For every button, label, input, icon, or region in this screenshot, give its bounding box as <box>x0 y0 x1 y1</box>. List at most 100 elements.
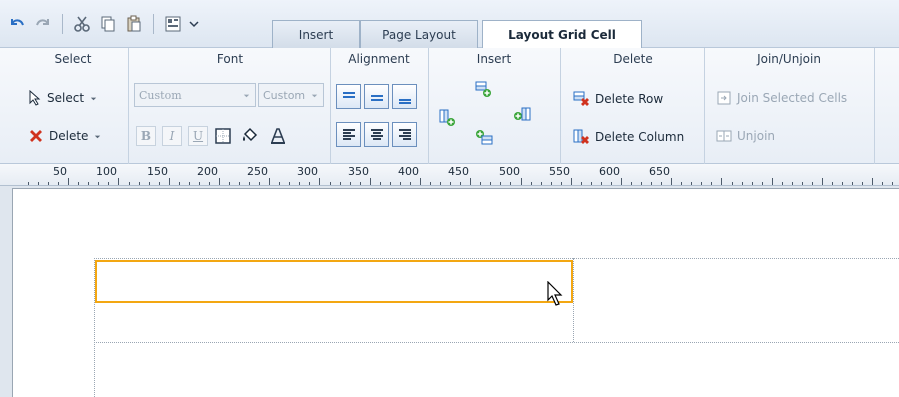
ruler-tick <box>701 182 702 185</box>
align-middle-button[interactable] <box>364 84 389 109</box>
ruler-tick <box>309 182 310 185</box>
ruler-tick <box>541 182 542 185</box>
chevron-down-icon <box>311 94 318 97</box>
font-name-combo[interactable]: Custom <box>134 83 256 107</box>
ruler-tick <box>319 178 320 185</box>
ruler-tick <box>460 182 461 185</box>
ruler-tick <box>591 182 592 185</box>
align-center-button[interactable] <box>364 122 389 147</box>
ruler-tick <box>681 182 682 185</box>
ruler-tick <box>510 182 511 185</box>
ruler-tick <box>561 182 562 185</box>
tab-label: Insert <box>298 27 334 42</box>
ruler-label: 300 <box>297 165 318 178</box>
ruler-label: 50 <box>53 165 67 178</box>
align-left-button[interactable] <box>336 122 361 147</box>
group-divider <box>560 48 561 164</box>
mouse-cursor-icon <box>547 280 565 307</box>
undo-icon[interactable] <box>6 13 28 35</box>
align-left-icon <box>342 128 355 140</box>
insert-column-right-icon[interactable] <box>512 104 532 124</box>
ruler-tick <box>48 182 49 185</box>
ruler-tick <box>752 182 753 185</box>
ruler-tick <box>711 182 712 185</box>
delete-x-icon <box>30 130 42 142</box>
fill-color-icon[interactable] <box>240 126 260 146</box>
redo-icon[interactable] <box>32 13 54 35</box>
align-bottom-button[interactable] <box>392 84 417 109</box>
ruler-tick <box>531 182 532 185</box>
ruler-tick <box>159 182 160 185</box>
ruler-tick <box>571 178 572 185</box>
chevron-down-icon[interactable] <box>188 13 200 35</box>
ruler-tick <box>340 182 341 185</box>
ruler-tick <box>38 182 39 185</box>
copy-icon[interactable] <box>97 13 119 35</box>
ruler-tick <box>229 182 230 185</box>
italic-button[interactable]: I <box>162 126 182 146</box>
chevron-down-icon <box>90 97 97 100</box>
ruler-label: 150 <box>147 165 168 178</box>
ruler-tick <box>28 182 29 185</box>
cut-icon[interactable] <box>71 13 93 35</box>
tab-layout-grid-cell[interactable]: Layout Grid Cell <box>482 20 642 49</box>
tab-page-layout[interactable]: Page Layout <box>360 20 478 48</box>
ruler-tick <box>500 182 501 185</box>
ruler-tick <box>892 182 893 185</box>
unjoin-button[interactable]: Unjoin <box>716 128 775 144</box>
delete-button[interactable]: Delete <box>28 128 102 144</box>
ruler-tick <box>400 182 401 185</box>
paste-icon[interactable] <box>123 13 145 35</box>
ruler-tick <box>189 182 190 185</box>
ruler-tick <box>129 182 130 185</box>
ruler-tick <box>299 182 300 185</box>
font-size-value: Custom <box>263 88 306 102</box>
font-size-combo[interactable]: Custom <box>258 83 324 107</box>
group-label-insert: Insert <box>476 52 512 66</box>
ruler-label: 550 <box>549 165 570 178</box>
align-top-button[interactable] <box>336 84 361 109</box>
insert-column-left-icon[interactable] <box>438 108 458 128</box>
align-right-button[interactable] <box>392 122 417 147</box>
delete-column-button[interactable]: Delete Column <box>572 128 684 146</box>
ruler-label: 250 <box>247 165 268 178</box>
underline-button[interactable]: U <box>188 126 208 146</box>
insert-row-above-icon[interactable] <box>474 80 494 100</box>
delete-row-button[interactable]: Delete Row <box>572 90 663 108</box>
select-button[interactable]: Select <box>28 90 98 106</box>
ruler-tick <box>651 182 652 185</box>
ruler-tick <box>732 182 733 185</box>
delete-column-icon <box>573 129 589 144</box>
bold-button[interactable]: B <box>136 126 156 146</box>
group-divider <box>128 48 129 164</box>
insert-row-below-icon[interactable] <box>474 128 494 148</box>
ruler-tick <box>139 182 140 185</box>
ruler-tick <box>410 182 411 185</box>
ruler-tick <box>470 178 471 185</box>
ruler-tick <box>430 182 431 185</box>
select-label: Select <box>47 91 85 105</box>
ruler-label: 400 <box>398 165 419 178</box>
ruler-tick <box>742 182 743 185</box>
horizontal-ruler: 50 100 150 200 250 300 350 400 450 500 550 600 650 <box>0 164 899 186</box>
tab-insert[interactable]: Insert <box>272 20 360 48</box>
unjoin-icon <box>716 130 732 142</box>
ruler-tick <box>842 182 843 185</box>
text-color-icon[interactable] <box>268 126 288 146</box>
align-top-icon <box>342 91 355 98</box>
ruler-tick <box>581 182 582 185</box>
properties-icon[interactable] <box>162 13 184 35</box>
ruler-tick <box>862 182 863 185</box>
grid-line <box>573 258 574 342</box>
join-cells-button[interactable]: Join Selected Cells <box>716 90 847 106</box>
delete-row-label: Delete Row <box>595 92 664 106</box>
toolbar-separator <box>153 14 154 34</box>
border-icon[interactable] <box>214 127 232 145</box>
selected-grid-cell[interactable] <box>95 260 573 303</box>
font-name-value: Custom <box>139 88 182 102</box>
ruler-label: 100 <box>96 165 117 178</box>
pointer-icon <box>29 90 41 106</box>
ruler-tick <box>852 182 853 185</box>
ruler-tick <box>832 182 833 185</box>
ruler-tick <box>118 178 119 185</box>
